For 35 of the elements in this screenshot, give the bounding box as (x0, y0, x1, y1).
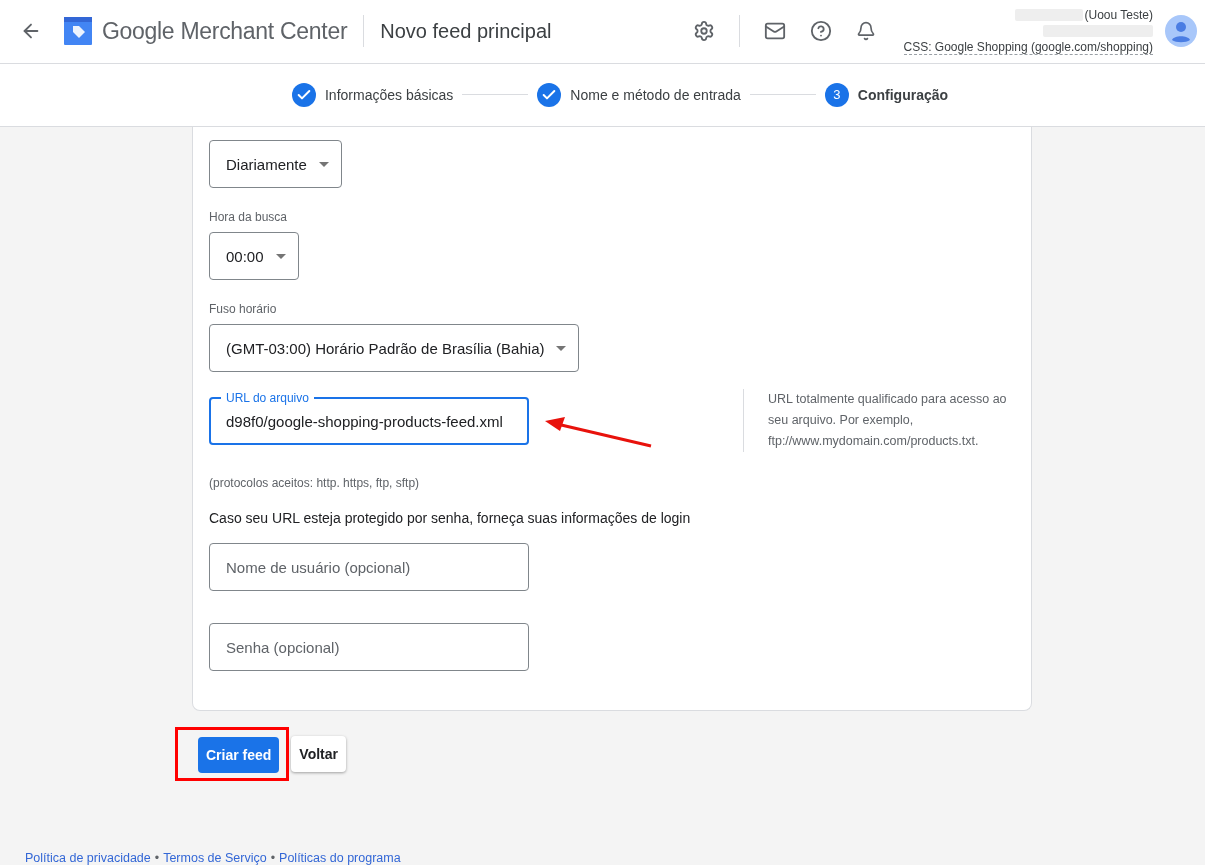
login-prompt: Caso seu URL esteja protegido por senha, forneça suas informações de login (209, 510, 692, 526)
protocols-note: (protocolos aceitos: http. https, ftp, sftp) (209, 476, 421, 490)
password-field[interactable]: Senha (opcional) (209, 623, 529, 671)
separator-dot: • (270, 851, 276, 865)
caret-icon (556, 345, 567, 351)
create-feed-button[interactable]: Criar feed (198, 737, 280, 773)
field-label: Hora da busca (209, 210, 289, 224)
step-label: Configuração (857, 86, 949, 103)
footer-link[interactable]: Políticas do programa (279, 851, 401, 865)
caret-icon (275, 253, 286, 259)
css-link[interactable]: CSS: Google Shopping (google.com/shopping) (903, 39, 1153, 55)
step-label: Nome e método de entrada (570, 86, 741, 103)
separator-dot: • (154, 851, 160, 865)
username-field[interactable]: Nome de usuário (opcional) (209, 543, 529, 591)
bell-button[interactable] (855, 21, 876, 42)
tag-logo-icon (64, 17, 92, 46)
footer-link[interactable]: Política de privacidade (25, 851, 151, 865)
step-label: Informações básicas (324, 86, 454, 103)
field-label: Fuso horário (209, 302, 278, 316)
field-label: URL do arquivo (221, 391, 314, 405)
brand-name: Google Merchant Center (102, 17, 348, 45)
help-text: URL totalmente qualificado para acesso ao seu arquivo. Por exemplo, ftp://www.mydomain.com/products.txt. (743, 389, 1008, 452)
help-button[interactable] (809, 20, 832, 43)
frequency-select[interactable]: Diariamente (209, 140, 342, 188)
back-text-button[interactable]: Voltar (291, 736, 346, 772)
caret-icon (318, 161, 329, 167)
account-name: (Uoou Teste) (1084, 7, 1153, 22)
page-title: Novo feed principal (380, 19, 552, 43)
step-number: 3 (824, 82, 849, 107)
url-input[interactable]: d98f0/google-shopping-products-feed.xml (226, 412, 512, 430)
time-select[interactable]: 00:00 (209, 232, 299, 280)
timezone-select[interactable]: (GMT-03:00) Horário Padrão de Brasília (Bahia) (209, 324, 580, 372)
footer-link[interactable]: Termos de Serviço (163, 851, 267, 865)
settings-button[interactable] (692, 20, 715, 43)
avatar-icon[interactable] (1165, 15, 1197, 48)
